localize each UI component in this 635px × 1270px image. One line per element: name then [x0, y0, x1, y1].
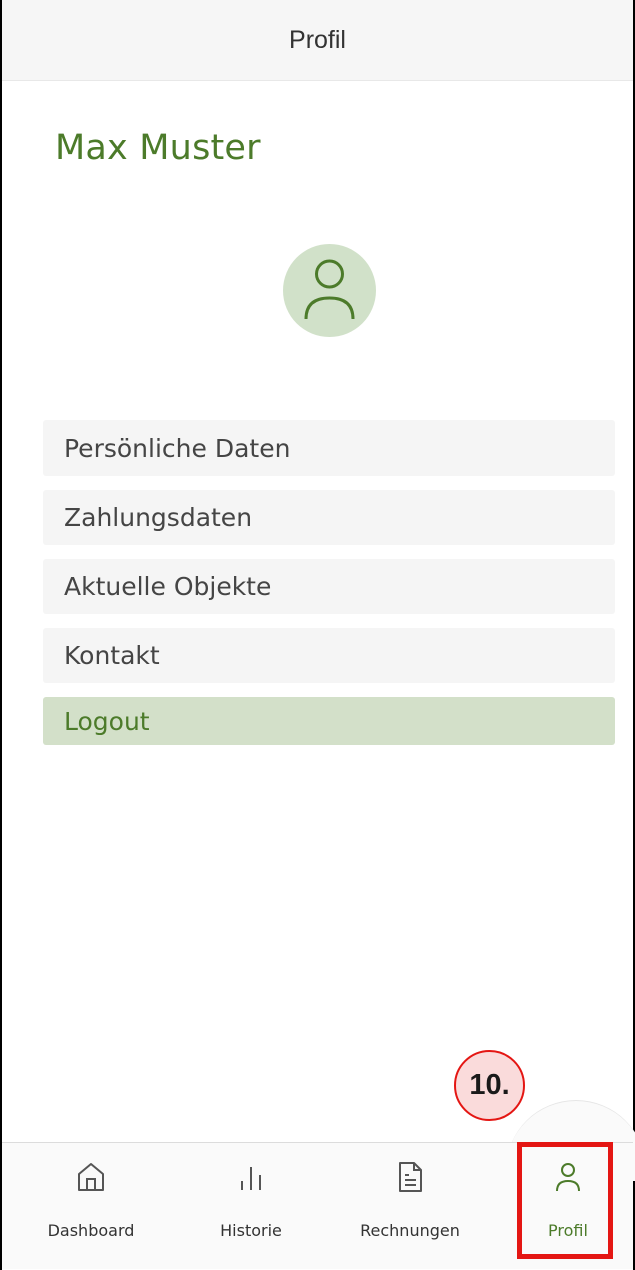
- tab-historie[interactable]: Historie: [192, 1143, 310, 1269]
- tab-label: Rechnungen: [360, 1221, 460, 1240]
- menu-item-label: Zahlungsdaten: [64, 503, 253, 532]
- annotation-highlight-box: [517, 1142, 613, 1259]
- user-icon: [304, 259, 355, 320]
- tab-rechnungen[interactable]: Rechnungen: [340, 1143, 480, 1269]
- menu-item-label: Aktuelle Objekte: [64, 572, 272, 601]
- tab-dashboard[interactable]: Dashboard: [32, 1143, 150, 1269]
- tab-label: Dashboard: [47, 1221, 135, 1240]
- annotation-step-badge: 10.: [454, 1050, 525, 1121]
- navigation-header: Profil: [2, 0, 633, 81]
- document-icon: [399, 1162, 422, 1192]
- tab-label: Historie: [220, 1221, 282, 1240]
- menu-item-payment-data[interactable]: Zahlungsdaten: [43, 490, 615, 545]
- bar-chart-icon: [241, 1167, 261, 1190]
- logout-button[interactable]: Logout: [43, 697, 615, 745]
- frame-border-left: [0, 0, 2, 1270]
- page-title: Profil: [289, 25, 346, 54]
- home-icon: [78, 1163, 104, 1191]
- annotation-step-number: 10.: [469, 1069, 510, 1101]
- menu-item-label: Persönliche Daten: [64, 433, 291, 463]
- logout-label: Logout: [64, 706, 150, 736]
- menu-item-personal-data[interactable]: Persönliche Daten: [43, 420, 615, 476]
- menu-item-current-objects[interactable]: Aktuelle Objekte: [43, 559, 615, 614]
- menu-item-label: Kontakt: [64, 641, 160, 670]
- menu-item-contact[interactable]: Kontakt: [43, 628, 615, 683]
- avatar[interactable]: [283, 244, 376, 337]
- user-name: Max Muster: [55, 128, 261, 168]
